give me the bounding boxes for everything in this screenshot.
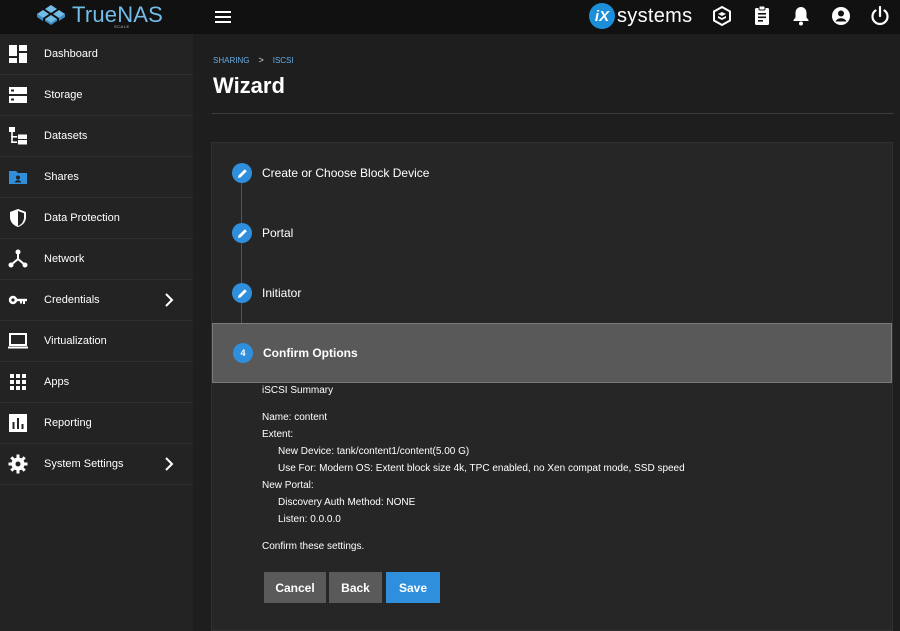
- sidebar-item-label: Reporting: [44, 417, 92, 429]
- chevron-right-icon: [165, 457, 174, 471]
- sidebar-item-dashboard[interactable]: Dashboard: [0, 34, 193, 75]
- ix-name: systems: [617, 4, 693, 27]
- key-icon: [8, 295, 27, 305]
- pencil-icon: [237, 288, 247, 298]
- step-label: Initiator: [262, 286, 302, 300]
- summary-extent: Extent:: [262, 429, 294, 440]
- step-number-badge: 4: [233, 343, 253, 363]
- account-icon[interactable]: [829, 4, 853, 28]
- page-title: Wizard: [213, 73, 285, 98]
- sidebar-item-label: Data Protection: [44, 212, 120, 224]
- step-label: Portal: [262, 226, 294, 240]
- sidebar-item-apps[interactable]: Apps: [0, 362, 193, 403]
- sidebar-item-label: Datasets: [44, 130, 88, 142]
- sidebar: Dashboard Storage Datasets Shares Data P…: [0, 34, 193, 631]
- gear-icon: [8, 454, 28, 474]
- sidebar-item-label: Storage: [44, 89, 83, 101]
- truenas-logo-icon: [37, 5, 65, 25]
- edit-step-badge: [232, 223, 252, 243]
- pencil-icon: [237, 228, 247, 238]
- sidebar-item-label: Network: [44, 253, 85, 265]
- brand[interactable]: TrueNAS SCALE: [0, 0, 193, 34]
- main-content: SHARING > ISCSI Wizard Create or Choose …: [193, 34, 900, 631]
- summary-new-device: New Device: tank/content1/content(5.00 G…: [278, 446, 470, 457]
- apps-grid-icon: [10, 374, 26, 390]
- laptop-icon: [8, 333, 28, 349]
- wizard-step-initiator[interactable]: Initiator: [212, 263, 894, 323]
- cancel-button[interactable]: Cancel: [264, 572, 326, 603]
- back-button[interactable]: Back: [329, 572, 382, 603]
- step-label: Confirm Options: [263, 346, 358, 360]
- wizard-step-portal[interactable]: Portal: [212, 203, 894, 263]
- datasets-icon: [9, 127, 27, 145]
- ixsystems-logo[interactable]: iX systems: [589, 2, 692, 30]
- sidebar-item-system-settings[interactable]: System Settings: [0, 444, 193, 485]
- edit-step-badge: [232, 163, 252, 183]
- step-label: Create or Choose Block Device: [262, 166, 430, 180]
- hamburger-menu-icon[interactable]: [213, 7, 233, 27]
- sidebar-item-label: Virtualization: [44, 335, 107, 347]
- task-manager-icon[interactable]: [750, 4, 774, 28]
- sidebar-item-storage[interactable]: Storage: [0, 75, 193, 116]
- truecommand-icon[interactable]: [710, 4, 734, 28]
- summary-discovery-auth: Discovery Auth Method: NONE: [278, 497, 416, 508]
- summary-name: Name: content: [262, 412, 328, 423]
- sidebar-item-network[interactable]: Network: [0, 239, 193, 280]
- shares-icon: [9, 171, 27, 184]
- breadcrumb-sharing[interactable]: SHARING: [213, 56, 249, 65]
- confirm-text: Confirm these settings.: [262, 541, 365, 552]
- ix-mark: iX: [589, 3, 615, 29]
- sidebar-item-label: Credentials: [44, 294, 100, 306]
- sidebar-item-label: System Settings: [44, 458, 124, 470]
- wizard-card: Create or Choose Block Device Portal Ini…: [211, 142, 893, 631]
- summary-heading: iSCSI Summary: [262, 385, 334, 396]
- summary-listen: Listen: 0.0.0.0: [278, 514, 341, 525]
- breadcrumb-separator: >: [258, 55, 264, 65]
- sidebar-item-reporting[interactable]: Reporting: [0, 403, 193, 444]
- wizard-step-block-device[interactable]: Create or Choose Block Device: [212, 143, 894, 203]
- sidebar-item-data-protection[interactable]: Data Protection: [0, 198, 193, 239]
- sidebar-item-virtualization[interactable]: Virtualization: [0, 321, 193, 362]
- summary-new-portal: New Portal:: [262, 480, 314, 491]
- sidebar-item-credentials[interactable]: Credentials: [0, 280, 193, 321]
- pencil-icon: [237, 168, 247, 178]
- dashboard-icon: [9, 45, 27, 63]
- wizard-step-confirm-options[interactable]: 4 Confirm Options: [212, 323, 892, 383]
- power-icon[interactable]: [868, 4, 892, 28]
- reporting-icon: [9, 414, 27, 432]
- edit-step-badge: [232, 283, 252, 303]
- sidebar-item-label: Shares: [44, 171, 79, 183]
- top-bar: TrueNAS SCALE iX systems: [0, 0, 900, 34]
- step-number: 4: [240, 348, 246, 358]
- sidebar-item-datasets[interactable]: Datasets: [0, 116, 193, 157]
- storage-icon: [9, 87, 27, 103]
- network-icon: [8, 249, 28, 268]
- shield-icon: [10, 209, 26, 227]
- sidebar-item-shares[interactable]: Shares: [0, 157, 193, 198]
- breadcrumb: SHARING > ISCSI: [213, 55, 294, 65]
- save-button[interactable]: Save: [386, 572, 440, 603]
- divider: [212, 113, 894, 114]
- brand-edition: SCALE: [114, 24, 130, 29]
- sidebar-item-label: Dashboard: [44, 48, 98, 60]
- breadcrumb-iscsi[interactable]: ISCSI: [273, 56, 294, 65]
- sidebar-item-label: Apps: [44, 376, 70, 388]
- summary-use-for: Use For: Modern OS: Extent block size 4k…: [278, 463, 685, 474]
- chevron-right-icon: [165, 293, 174, 307]
- notifications-icon[interactable]: [789, 4, 813, 28]
